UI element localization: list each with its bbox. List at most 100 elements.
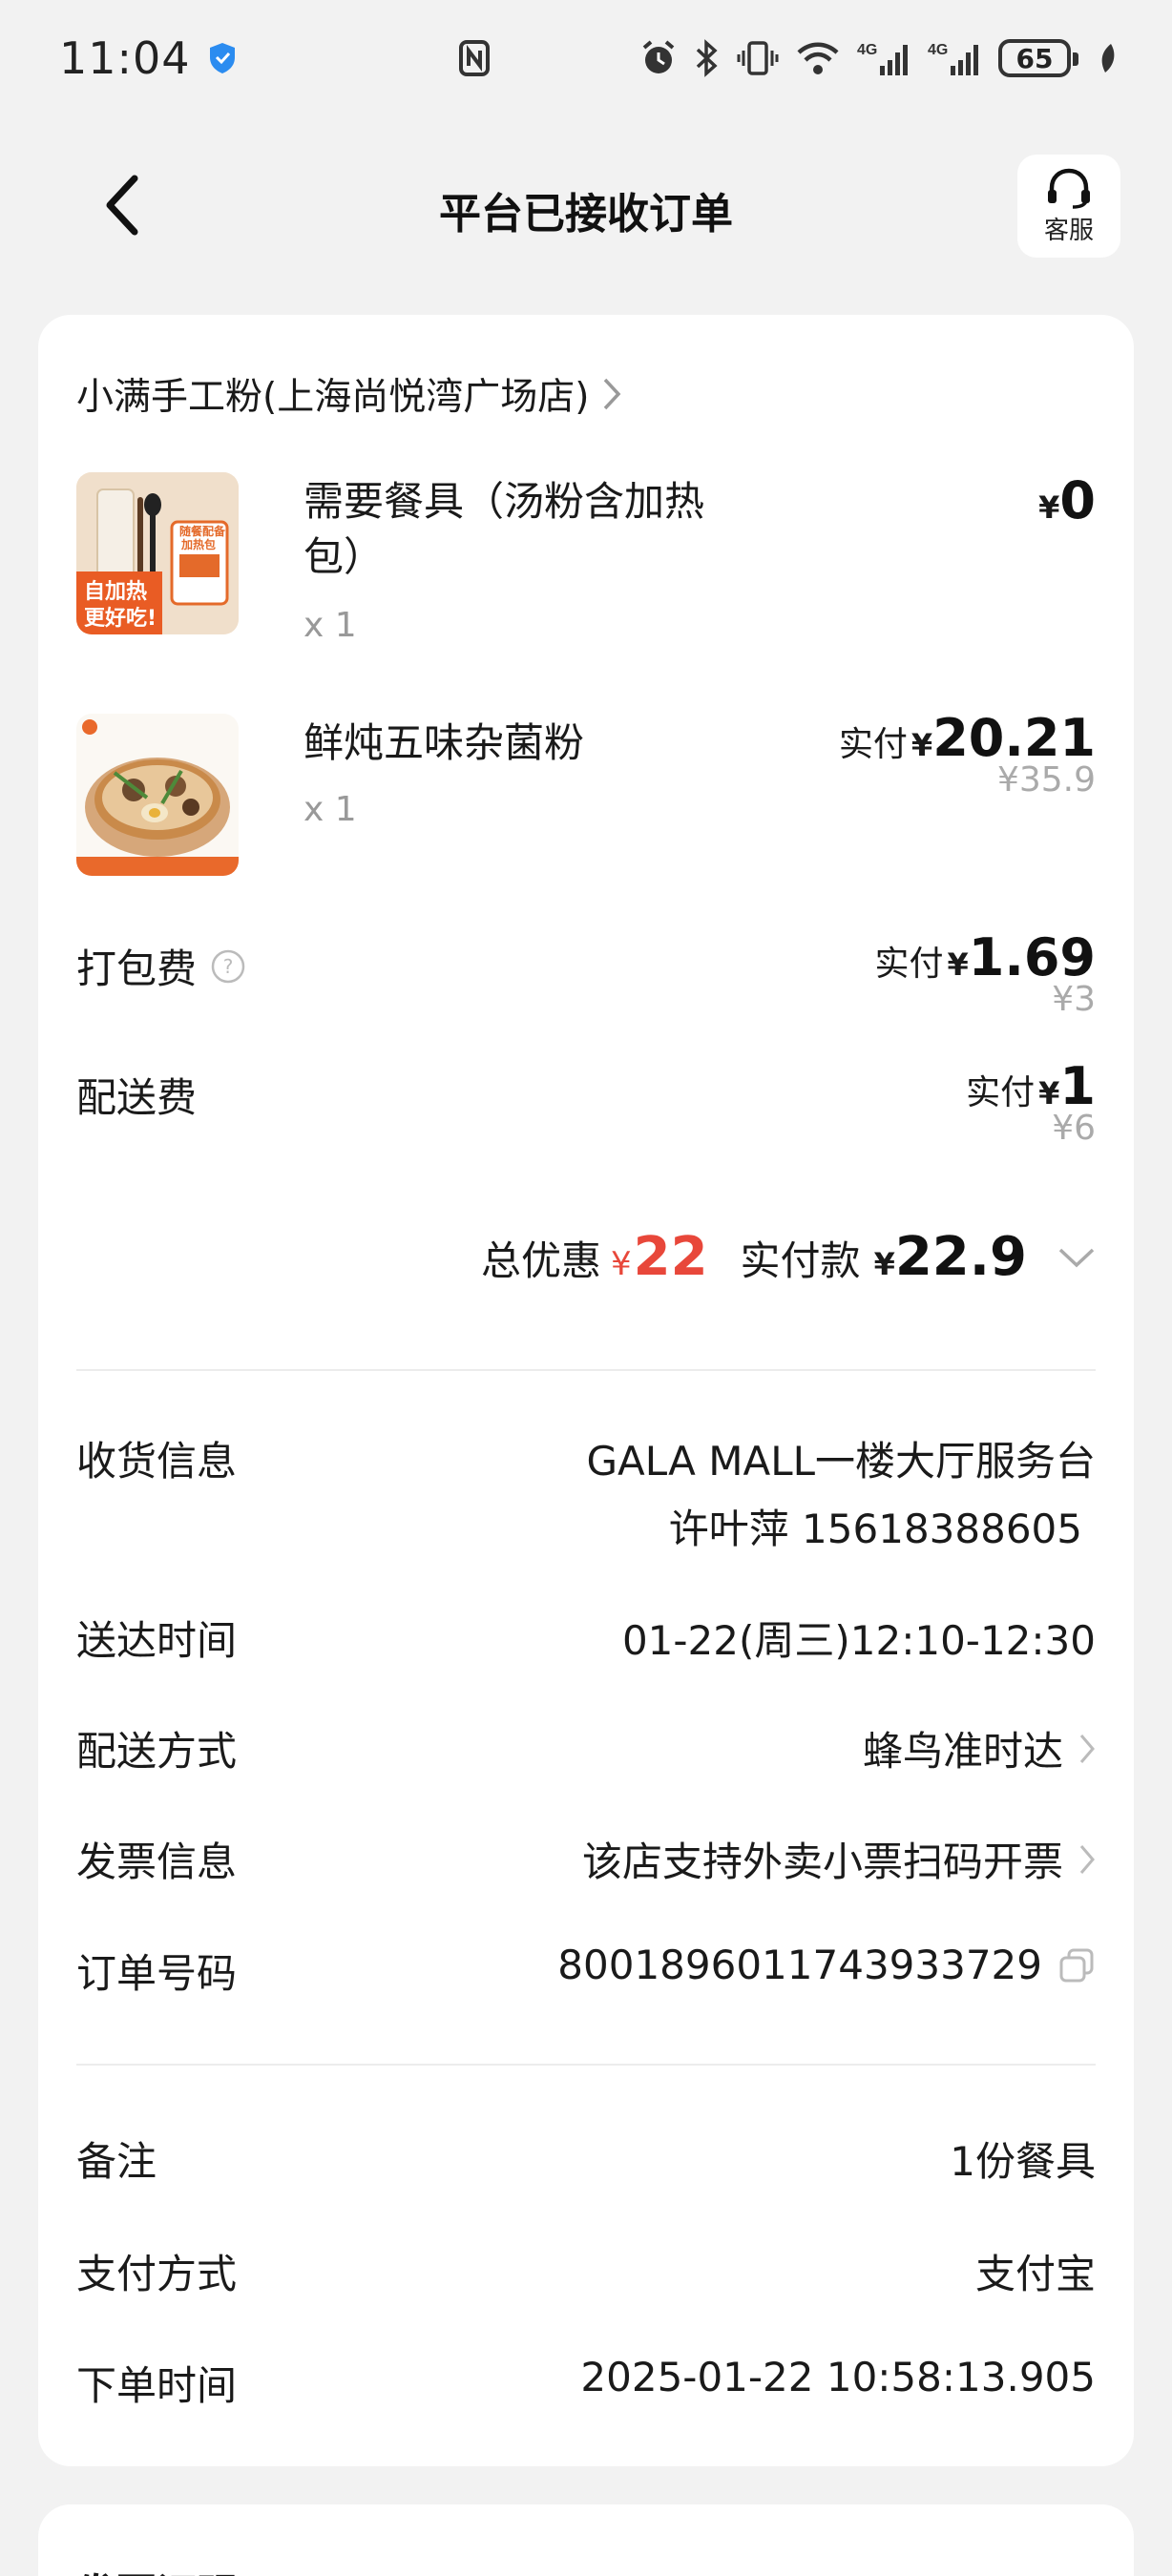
info-label: 订单号码 — [76, 1950, 238, 1997]
invoice-text: 该店支持外卖小票扫码开票 — [581, 1839, 1063, 1885]
alarm-icon — [642, 40, 675, 73]
paid-label: 实付 — [874, 945, 944, 984]
info-value: 2025-01-22 10:58:13.905 — [580, 2354, 1096, 2400]
divider — [76, 2064, 1096, 2066]
item-qty: x 1 — [303, 790, 357, 829]
chevron-down-icon[interactable] — [1057, 1246, 1096, 1269]
info-value: 蜂鸟准时达 — [863, 1719, 1096, 1777]
store-link[interactable]: 小满手工粉(上海尚悦湾广场店) — [76, 367, 621, 421]
info-label: 支付方式 — [76, 2251, 238, 2297]
fee-label: 打包费 ? — [76, 937, 246, 995]
remark-text: 1份餐具 — [950, 2138, 1096, 2185]
item-name: 需要餐具（汤粉含加热包） — [303, 478, 705, 580]
noodle-image — [76, 714, 239, 876]
help-icon[interactable]: ? — [210, 948, 246, 985]
currency-symbol: ¥ — [910, 727, 933, 763]
headset-icon — [1048, 168, 1090, 209]
info-row-invoice[interactable]: 发票信息 该店支持外卖小票扫码开票 — [76, 1830, 1096, 1887]
info-value: 8001896011743933729 — [557, 1942, 1096, 1988]
battery-indicator: 65 — [998, 39, 1078, 77]
info-label: 下单时间 — [76, 2362, 238, 2409]
svg-text:4G: 4G — [928, 42, 948, 58]
status-left: 11:04 — [59, 32, 237, 84]
delivery-method-text: 蜂鸟准时达 — [862, 1728, 1063, 1775]
delivery-time-text: 01-22(周三)12:10-12:30 — [621, 1617, 1096, 1664]
fee-label-text: 配送费 — [76, 1074, 198, 1121]
fee-price-value: 1.69 — [968, 927, 1096, 987]
order-item: 鲜炖五味杂菌粉 x 1 实付 ¥20.21 ¥35.9 — [76, 708, 1096, 885]
thumb-text-4: 加热包 — [180, 537, 216, 551]
currency-symbol: ¥ — [1038, 489, 1060, 526]
battery-level: 65 — [1015, 42, 1054, 74]
address-text: GALA MALL一楼大厅服务台 — [586, 1438, 1097, 1485]
tableware-image: 自加热 更好吃! 随餐配备 加热包 — [76, 472, 239, 634]
service-label: 客服 — [1043, 216, 1094, 245]
thumb-text-2: 更好吃! — [84, 606, 157, 631]
recipient-text: 许叶萍 15618388605 — [668, 1506, 1082, 1552]
status-time: 11:04 — [59, 32, 191, 84]
paid-total-amount: 22.9 — [894, 1226, 1027, 1288]
totals-row[interactable]: 总优惠 ¥22 实付款 ¥22.9 — [481, 1226, 1096, 1288]
fee-label-text: 打包费 — [76, 945, 198, 992]
nfc-icon — [459, 40, 490, 76]
info-row-order-number: 订单号码 8001896011743933729 — [76, 1942, 1096, 1999]
noodle-thumbnail — [76, 714, 239, 876]
item-price: ¥0 — [1035, 470, 1096, 530]
item-price: 实付 ¥20.21 ¥35.9 — [839, 708, 1096, 800]
next-section-card: 发票证明 — [38, 2504, 1134, 2576]
info-label: 送达时间 — [76, 1617, 238, 1664]
info-label: 发票信息 — [76, 1839, 238, 1885]
info-label: 收货信息 — [76, 1438, 238, 1485]
vibrate-icon — [737, 41, 779, 75]
info-row-payment-method: 支付方式 支付宝 — [76, 2242, 1096, 2299]
original-price: ¥6 — [1052, 1109, 1096, 1148]
item-qty: x 1 — [303, 606, 357, 645]
header: 平台已接收订单 客服 — [0, 143, 1172, 277]
order-time-text: 2025-01-22 10:58:13.905 — [580, 2354, 1096, 2400]
paid-label: 实付 — [838, 725, 908, 764]
svg-text:4G: 4G — [857, 42, 877, 58]
item-price-value: 0 — [1059, 470, 1096, 530]
paid-total-value: ¥22.9 — [870, 1226, 1027, 1288]
customer-service-button[interactable]: 客服 — [1017, 155, 1120, 258]
fee-label: 配送费 — [76, 1066, 197, 1124]
info-value: 该店支持外卖小票扫码开票 — [582, 1830, 1096, 1888]
info-label: 备注 — [76, 2138, 157, 2185]
divider — [76, 1369, 1096, 1371]
tableware-thumbnail: 自加热 更好吃! 随餐配备 加热包 — [76, 472, 239, 634]
order-card: 小满手工粉(上海尚悦湾广场店) 自加热 更好吃! 随餐配备 加热包 需要餐具（汤… — [38, 315, 1134, 2466]
item-name: 鲜炖五味杂菌粉 — [303, 719, 585, 766]
info-row-order-time: 下单时间 2025-01-22 10:58:13.905 — [76, 2354, 1096, 2411]
info-value: GALA MALL一楼大厅服务台 许叶萍 15618388605 — [587, 1429, 1097, 1555]
shield-icon — [209, 43, 235, 73]
payment-method-text: 支付宝 — [974, 2251, 1096, 2297]
item-price-value: 20.21 — [932, 708, 1096, 768]
fee-price-value: 1 — [1059, 1056, 1096, 1116]
signal-4g-icon: 4G — [857, 42, 908, 75]
signal-4g-icon-2: 4G — [928, 42, 978, 75]
chevron-right-icon — [1079, 1844, 1095, 1874]
paid-label: 实付 — [966, 1073, 1036, 1112]
next-section-title: 发票证明 — [76, 2562, 237, 2576]
chevron-right-icon — [1079, 1734, 1095, 1763]
thumb-text-3: 随餐配备 — [179, 524, 226, 538]
discount-amount: 22 — [633, 1226, 708, 1288]
info-row-delivery-time: 送达时间 01-22(周三)12:10-12:30 — [76, 1609, 1096, 1666]
delivery-fee-row: 配送费 实付 ¥1 ¥6 — [76, 1056, 1096, 1171]
info-row-delivery-method[interactable]: 配送方式 蜂鸟准时达 — [76, 1719, 1096, 1776]
discount-value: ¥22 — [611, 1226, 708, 1288]
copy-icon[interactable] — [1057, 1946, 1096, 1984]
status-icons: 4G 4G 65 — [458, 39, 1117, 77]
wifi-icon — [797, 42, 839, 74]
chevron-right-icon — [604, 378, 621, 410]
currency-symbol: ¥ — [1038, 1075, 1060, 1111]
packaging-fee-row: 打包费 ? 实付 ¥1.69 ¥3 — [76, 927, 1096, 1042]
fee-price: 实付 ¥1 ¥6 — [966, 1056, 1096, 1148]
page-title: 平台已接收订单 — [439, 190, 733, 239]
svg-text:?: ? — [223, 955, 234, 978]
discount-label: 总优惠 — [480, 1237, 601, 1284]
status-bar: 11:04 4G 4G 65 — [0, 0, 1172, 116]
order-item: 自加热 更好吃! 随餐配备 加热包 需要餐具（汤粉含加热包） x 1 ¥0 — [76, 470, 1096, 663]
currency-symbol: ¥ — [947, 946, 969, 983]
currency-symbol: ¥ — [873, 1246, 895, 1282]
